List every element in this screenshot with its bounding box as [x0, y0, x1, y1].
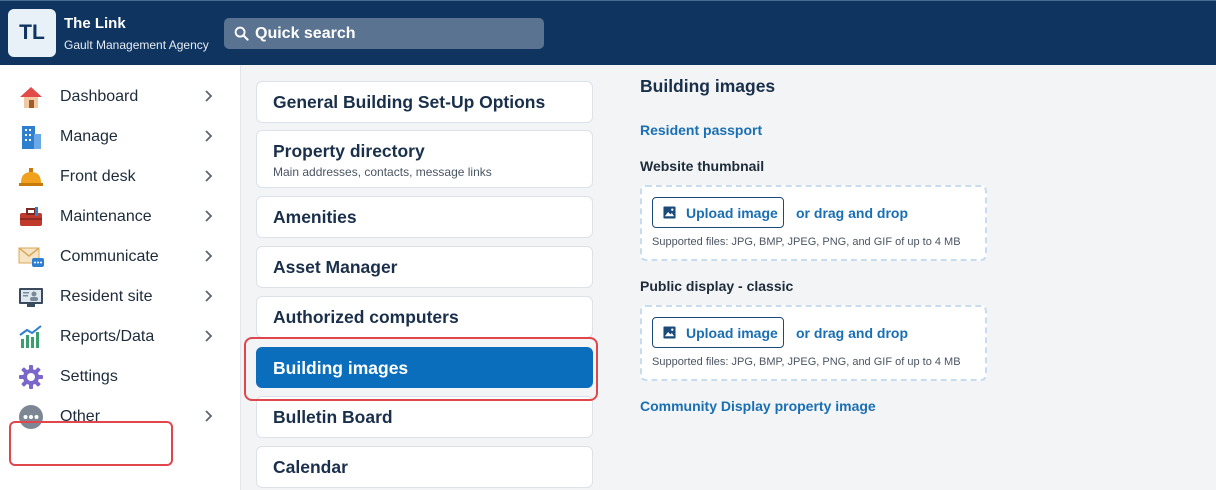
drag-and-drop-text: or drag and drop [796, 325, 908, 341]
sidebar-item-label: Front desk [60, 168, 136, 185]
menu-item-title: Amenities [273, 207, 357, 227]
sidebar-item-label: Communicate [60, 248, 159, 265]
public-display-dropzone[interactable]: Upload image or drag and drop Supported … [640, 305, 987, 381]
upload-button-label: Upload image [686, 204, 778, 221]
menu-item-title: Asset Manager [273, 257, 398, 277]
building-icon [16, 122, 46, 152]
settings-menu: General Building Set-Up Options Property… [241, 65, 616, 490]
sidebar-item-label: Resident site [60, 288, 153, 305]
search-input[interactable] [255, 24, 535, 43]
chevron-right-icon [204, 248, 220, 266]
envelope-chat-icon [16, 242, 46, 272]
upload-image-button[interactable]: Upload image [652, 317, 784, 348]
monitor-user-icon [16, 282, 46, 312]
quick-search[interactable] [224, 18, 544, 49]
selected-item-highlight [9, 421, 173, 466]
menu-item-title: Authorized computers [273, 307, 459, 327]
building-images-panel: Building images Resident passport Websit… [616, 65, 1216, 490]
sidebar-item-label: Settings [60, 368, 118, 385]
chevron-right-icon [204, 128, 220, 146]
sidebar-item-communicate[interactable]: Communicate [10, 239, 230, 275]
menu-item-general-building-setup[interactable]: General Building Set-Up Options [256, 81, 593, 123]
menu-item-asset-manager[interactable]: Asset Manager [256, 246, 593, 288]
sidebar-item-front-desk[interactable]: Front desk [10, 159, 230, 195]
toolbox-icon [16, 202, 46, 232]
app-title: The Link [64, 15, 126, 32]
menu-item-title: Calendar [273, 457, 348, 477]
search-icon [234, 26, 249, 41]
chevron-right-icon [204, 328, 220, 346]
house-icon [16, 82, 46, 112]
menu-item-calendar[interactable]: Calendar [256, 446, 593, 488]
community-display-link[interactable]: Community Display property image [640, 398, 876, 414]
panel-title: Building images [640, 76, 776, 96]
active-item-highlight [244, 337, 598, 401]
chevron-right-icon [204, 88, 220, 106]
sidebar-item-maintenance[interactable]: Maintenance [10, 199, 230, 235]
menu-item-amenities[interactable]: Amenities [256, 196, 593, 238]
sidebar-item-manage[interactable]: Manage [10, 119, 230, 155]
sidebar-item-label: Maintenance [60, 208, 152, 225]
sidebar-item-label: Manage [60, 128, 118, 145]
chevron-right-icon [204, 208, 220, 226]
gear-icon [16, 362, 46, 392]
sidebar-item-reports-data[interactable]: Reports/Data [10, 319, 230, 355]
menu-item-title: Bulletin Board [273, 407, 393, 427]
resident-passport-link[interactable]: Resident passport [640, 122, 762, 138]
menu-item-title: Property directory [273, 141, 425, 161]
supported-files-text: Supported files: JPG, BMP, JPEG, PNG, an… [652, 236, 961, 248]
chevron-right-icon [204, 168, 220, 186]
upload-image-button[interactable]: Upload image [652, 197, 784, 228]
menu-item-subtitle: Main addresses, contacts, message links [273, 165, 492, 179]
sidebar-item-label: Reports/Data [60, 328, 155, 345]
chart-icon [16, 322, 46, 352]
menu-item-property-directory[interactable]: Property directory Main addresses, conta… [256, 130, 593, 188]
supported-files-text: Supported files: JPG, BMP, JPEG, PNG, an… [652, 356, 961, 368]
upload-button-label: Upload image [686, 324, 778, 341]
sidebar-item-label: Dashboard [60, 88, 139, 105]
sidebar-item-settings[interactable]: Settings [10, 359, 230, 395]
sidebar-item-resident-site[interactable]: Resident site [10, 279, 230, 315]
image-icon [663, 326, 676, 339]
chevron-right-icon [204, 288, 220, 306]
app-header: TL The Link Gault Management Agency [0, 0, 1216, 65]
sidebar-item-dashboard[interactable]: Dashboard [10, 79, 230, 115]
sidebar: Dashboard Manage Front desk Maintenance … [0, 65, 241, 490]
public-display-label: Public display - classic [640, 278, 794, 294]
menu-item-authorized-computers[interactable]: Authorized computers [256, 296, 593, 338]
menu-item-title: General Building Set-Up Options [273, 92, 546, 112]
app-logo[interactable]: TL [8, 9, 56, 57]
menu-item-bulletin-board[interactable]: Bulletin Board [256, 396, 593, 438]
drag-and-drop-text: or drag and drop [796, 205, 908, 221]
website-thumbnail-label: Website thumbnail [640, 158, 765, 174]
website-thumbnail-dropzone[interactable]: Upload image or drag and drop Supported … [640, 185, 987, 261]
image-icon [663, 206, 676, 219]
chevron-right-icon [204, 408, 220, 426]
app-subtitle: Gault Management Agency [64, 38, 209, 52]
bell-icon [16, 162, 46, 192]
